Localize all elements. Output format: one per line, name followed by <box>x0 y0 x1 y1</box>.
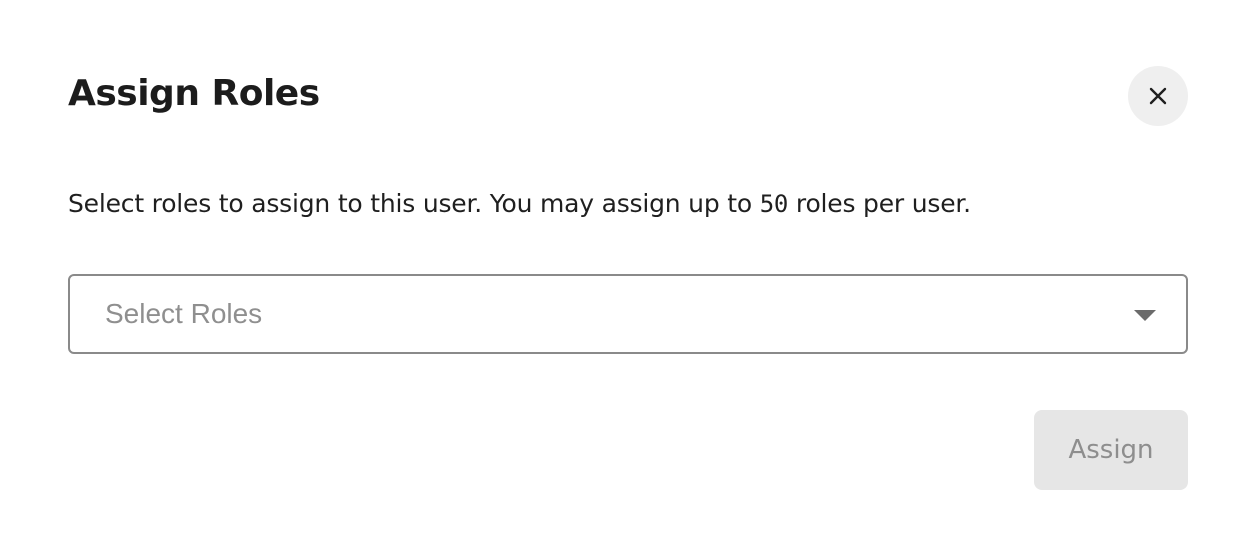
description-text-before: Select roles to assign to this user. You… <box>68 189 760 218</box>
roles-select[interactable]: Select Roles <box>68 274 1188 354</box>
chevron-down-icon <box>1134 310 1156 321</box>
close-icon <box>1148 86 1168 106</box>
roles-select-placeholder: Select Roles <box>105 298 263 329</box>
dialog-title: Assign Roles <box>68 73 320 114</box>
description-text-after: roles per user. <box>788 189 971 218</box>
dialog-description: Select roles to assign to this user. You… <box>68 186 971 222</box>
assign-roles-dialog: Assign Roles Select roles to assign to t… <box>0 0 1256 558</box>
close-button[interactable] <box>1128 66 1188 126</box>
role-limit-value: 50 <box>759 190 789 218</box>
assign-button[interactable]: Assign <box>1034 410 1188 490</box>
